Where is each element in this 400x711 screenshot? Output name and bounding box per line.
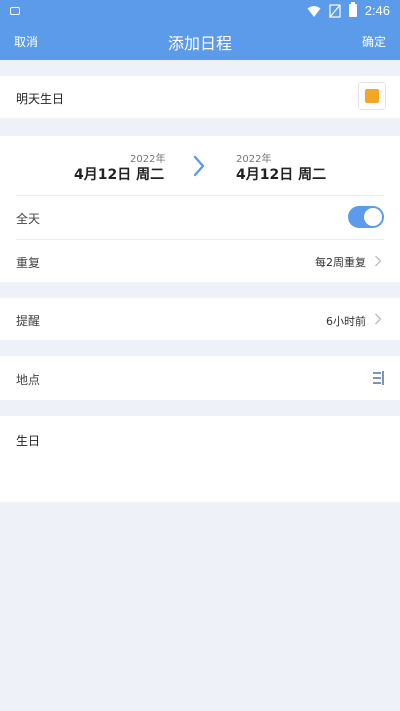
repeat-value[interactable]: 每2周重复 — [315, 254, 366, 270]
wifi-icon — [307, 5, 321, 17]
page-title: 添加日程 — [167, 34, 232, 53]
divider — [16, 195, 384, 196]
battery-icon — [348, 2, 357, 17]
arrow-right-icon — [193, 155, 205, 177]
location-row: 地点 — [0, 356, 400, 400]
note-card[interactable]: 生日 — [0, 416, 400, 502]
all-day-label: 全天 — [16, 212, 41, 226]
title-bar: 取消 添加日程 确定 — [0, 24, 400, 60]
end-year: 2022年 — [236, 154, 272, 165]
event-name-field[interactable]: 明天生日 — [16, 90, 64, 107]
chevron-right-icon — [375, 255, 382, 267]
divider — [16, 239, 384, 240]
confirm-button[interactable]: 确定 — [362, 33, 386, 50]
color-picker-button[interactable] — [358, 82, 386, 110]
reminder-value: 6小时前 — [326, 315, 366, 328]
notification-icon — [10, 7, 20, 15]
no-signal-icon — [329, 3, 341, 18]
reminder-row[interactable]: 提醒 6小时前 — [0, 298, 400, 340]
time-card: 2022年 4月12日 周二 2022年 4月12日 周二 全天 重复 每2周重… — [0, 136, 400, 282]
location-picker-icon[interactable] — [372, 370, 384, 386]
location-label: 地点 — [16, 373, 41, 387]
reminder-label: 提醒 — [16, 314, 41, 328]
toggle-knob — [364, 208, 382, 226]
color-swatch — [365, 89, 379, 103]
chevron-right-icon — [375, 313, 382, 325]
start-year: 2022年 — [130, 154, 166, 165]
start-date: 4月12日 周二 — [74, 167, 165, 183]
status-time: 2:46 — [364, 3, 390, 18]
status-icons: 2:46 — [307, 2, 390, 18]
event-name-card: 明天生日 — [0, 76, 400, 118]
end-date: 4月12日 周二 — [236, 167, 327, 183]
status-bar: 2:46 — [0, 0, 400, 24]
note-text: 生日 — [16, 434, 41, 448]
all-day-toggle[interactable] — [348, 206, 384, 228]
location-input[interactable] — [70, 366, 382, 390]
repeat-label: 重复 — [16, 256, 41, 270]
